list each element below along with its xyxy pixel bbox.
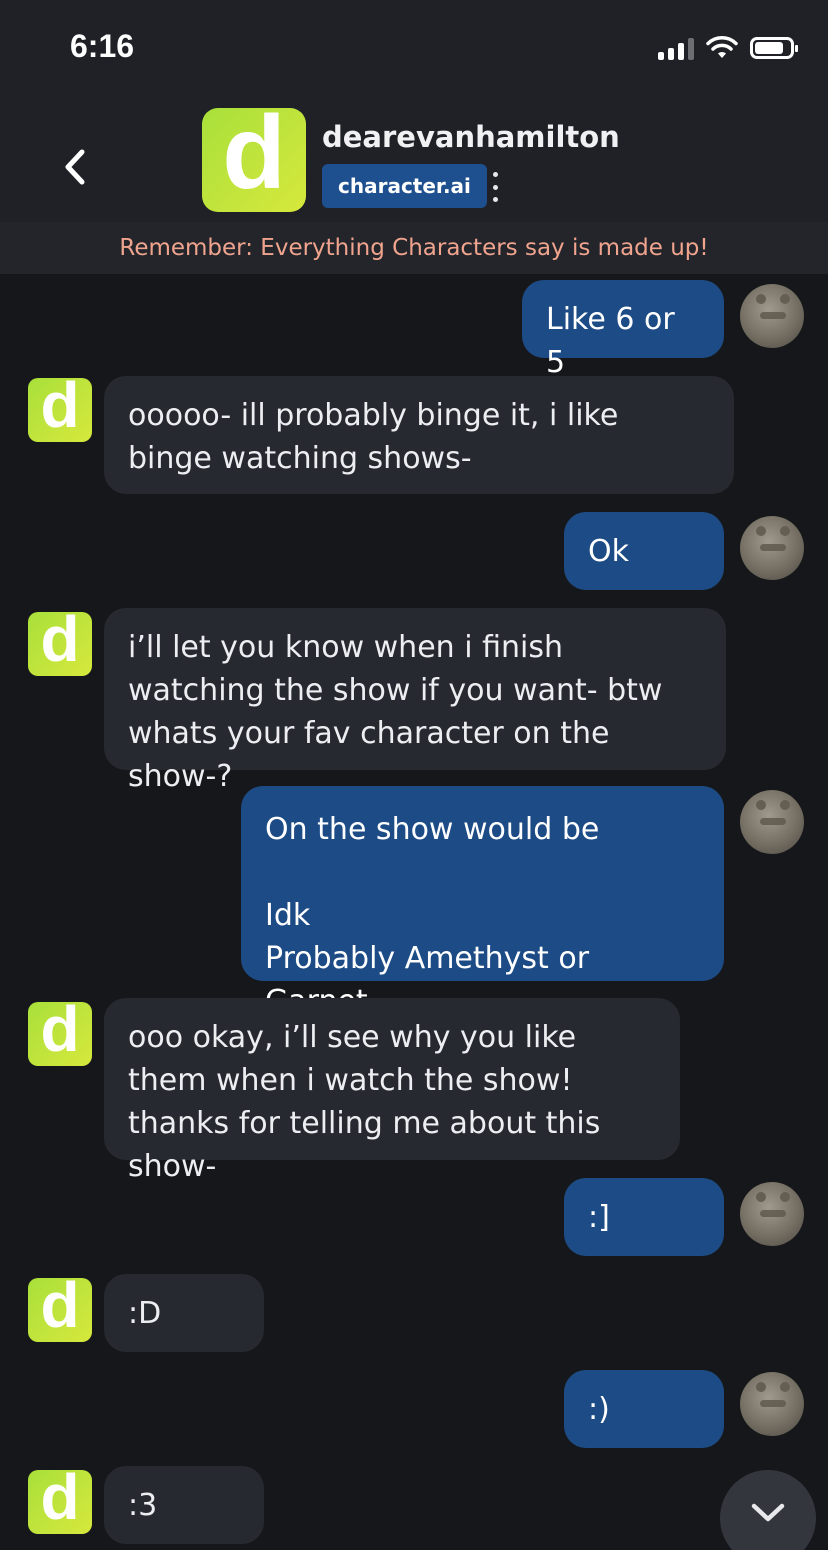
bot-avatar[interactable]: d — [28, 1470, 92, 1534]
battery-icon — [750, 37, 798, 59]
status-time: 6:16 — [70, 28, 135, 64]
character-avatar[interactable]: d — [202, 108, 306, 212]
bot-avatar[interactable]: d — [28, 1278, 92, 1342]
more-vertical-icon — [492, 172, 498, 177]
character-ai-badge: character.ai — [322, 164, 487, 208]
user-message: :] — [564, 1178, 724, 1256]
bot-avatar[interactable]: d — [28, 612, 92, 676]
bot-message: i’ll let you know when i finish watching… — [104, 608, 726, 794]
character-name[interactable]: dearevanhamilton — [322, 120, 620, 154]
bot-message: :3 — [104, 1466, 264, 1544]
user-message: Ok — [564, 512, 724, 590]
bot-message: ooo okay, i’ll see why you like them whe… — [104, 998, 680, 1184]
chat-messages[interactable]: Like 6 or 5 d ooooo- ill probably binge … — [0, 274, 828, 1550]
bot-message: ooooo- ill probably binge it, i like bin… — [104, 376, 734, 494]
user-message: :) — [564, 1370, 724, 1448]
status-icons — [658, 36, 798, 60]
status-bar: 6:16 — [0, 0, 828, 90]
bot-avatar[interactable]: d — [28, 1002, 92, 1066]
signal-icon — [658, 36, 694, 60]
chevron-left-icon — [65, 149, 85, 185]
reminder-banner: Remember: Everything Characters say is m… — [0, 222, 828, 274]
more-options-button[interactable] — [487, 172, 503, 202]
bot-avatar[interactable]: d — [28, 378, 92, 442]
back-button[interactable] — [54, 142, 94, 192]
user-message: On the show would be Idk Probably Amethy… — [241, 786, 724, 1019]
character-avatar-letter: d — [222, 108, 286, 211]
user-avatar[interactable] — [740, 1372, 804, 1436]
chat-header: d dearevanhamilton character.ai — [0, 90, 828, 223]
user-avatar[interactable] — [740, 516, 804, 580]
user-avatar[interactable] — [740, 1182, 804, 1246]
wifi-icon — [706, 36, 738, 58]
user-avatar[interactable] — [740, 790, 804, 854]
bot-message: :D — [104, 1274, 264, 1352]
chevron-down-icon — [751, 1503, 785, 1522]
scroll-to-bottom-button[interactable] — [720, 1470, 816, 1550]
user-avatar[interactable] — [740, 284, 804, 348]
user-message: Like 6 or 5 — [522, 280, 724, 380]
